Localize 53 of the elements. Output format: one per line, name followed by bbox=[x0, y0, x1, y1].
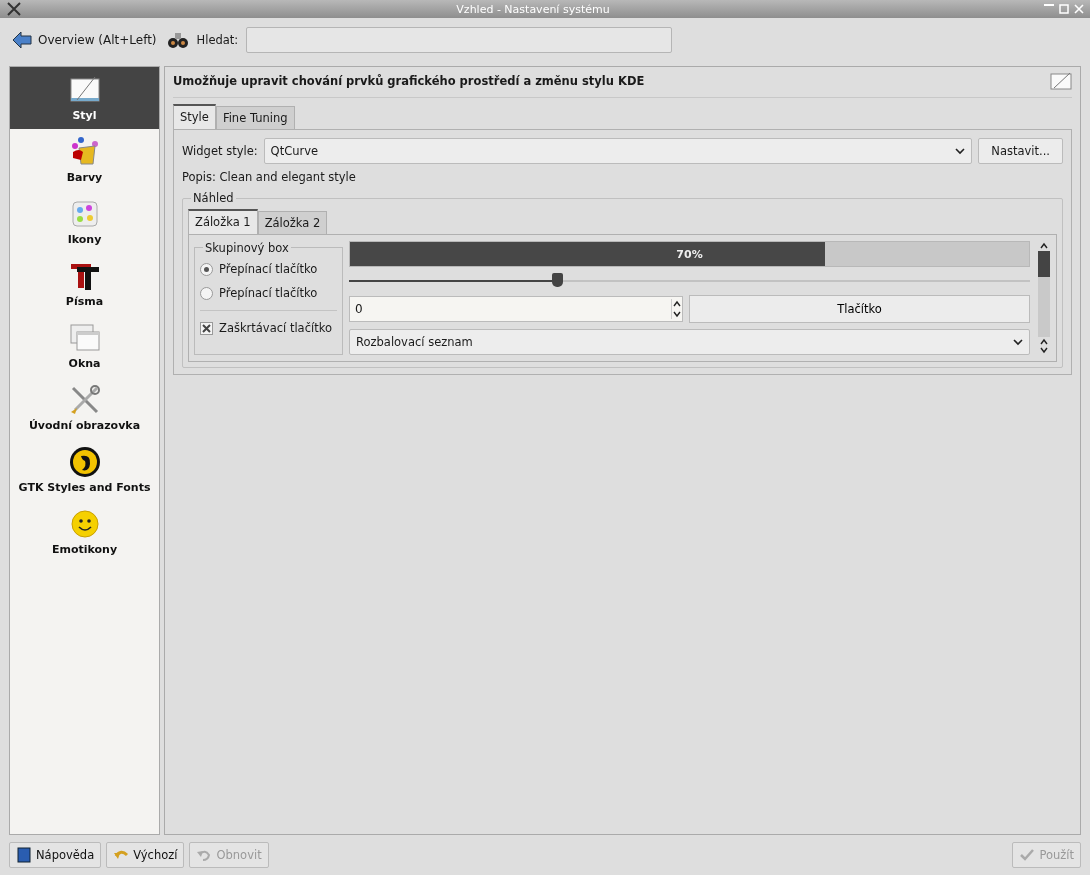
chevron-down-icon bbox=[1013, 338, 1023, 346]
sidebar-item[interactable]: Barvy bbox=[10, 129, 159, 191]
windows-icon bbox=[68, 322, 101, 354]
style-description: Popis: Clean and elegant style bbox=[182, 170, 357, 184]
sidebar-item[interactable]: GTK Styles and Fonts bbox=[10, 439, 159, 501]
widget-style-dropdown[interactable]: QtCurve bbox=[263, 138, 973, 164]
sidebar-item[interactable]: Ikony bbox=[10, 191, 159, 253]
back-button[interactable]: Overview (Alt+Left) bbox=[10, 28, 159, 52]
scroll-up-icon bbox=[1039, 241, 1049, 251]
progress-text: 70% bbox=[675, 246, 704, 263]
checkbox-label: Zaškrtávací tlačítko bbox=[219, 321, 332, 335]
radio-label: Přepínací tlačítko bbox=[219, 286, 318, 300]
search-field[interactable] bbox=[246, 27, 673, 53]
footer-button[interactable]: Nápověda bbox=[9, 842, 102, 868]
group-box-title: Skupinový box bbox=[203, 241, 291, 255]
radio-label: Přepínací tlačítko bbox=[219, 262, 318, 276]
smiley-icon bbox=[68, 508, 101, 540]
window-title: Vzhled - Nastavení systému bbox=[455, 2, 611, 16]
maximize-icon bbox=[1059, 4, 1069, 14]
tab[interactable]: Fine Tuning bbox=[215, 106, 295, 129]
push-button[interactable]: Tlačítko bbox=[689, 295, 1030, 323]
radio-button[interactable] bbox=[200, 262, 213, 276]
tab[interactable]: Záložka 2 bbox=[257, 211, 328, 234]
chevron-up-icon bbox=[672, 299, 682, 309]
tab[interactable]: Style bbox=[173, 104, 216, 129]
window-pencil-icon bbox=[1050, 71, 1072, 91]
tab[interactable]: Záložka 1 bbox=[188, 209, 258, 234]
slider-thumb[interactable] bbox=[551, 273, 563, 287]
chevron-down-icon bbox=[955, 147, 966, 155]
spin-box[interactable]: 0 bbox=[349, 296, 683, 322]
minimize-icon bbox=[1044, 4, 1054, 6]
back-arrow-icon bbox=[12, 30, 32, 50]
footer-button[interactable]: Výchozí bbox=[106, 842, 185, 868]
chevron-down-icon bbox=[672, 309, 682, 319]
sidebar-item[interactable]: Styl bbox=[10, 67, 159, 129]
sidebar-item[interactable]: Emotikony bbox=[10, 501, 159, 563]
dropdown[interactable]: Rozbalovací seznam bbox=[349, 329, 1030, 355]
sidebar-item[interactable]: Písma bbox=[10, 253, 159, 315]
page-description: Umožňuje upravit chování prvků grafického prostředí a změnu stylu KDE bbox=[173, 74, 645, 88]
scrollbar-track[interactable] bbox=[1038, 251, 1050, 337]
binoculars-icon bbox=[166, 30, 189, 50]
widget-style-label: Widget style: bbox=[182, 144, 258, 158]
configure-button[interactable]: Nastavit... bbox=[978, 138, 1063, 164]
sidebar-item[interactable]: Úvodní obrazovka bbox=[10, 377, 159, 439]
close-icon bbox=[1074, 4, 1084, 14]
radio-button[interactable] bbox=[200, 286, 213, 300]
search-label: Hledat: bbox=[196, 33, 239, 47]
sidebar-item[interactable]: Okna bbox=[10, 315, 159, 377]
scrollbar-thumb[interactable] bbox=[1038, 251, 1050, 277]
checkmark-icon bbox=[1019, 847, 1036, 863]
preview-group-title: Náhled bbox=[191, 191, 236, 205]
checkbox[interactable] bbox=[200, 321, 213, 335]
scroll-arrows-icon bbox=[1039, 337, 1049, 355]
